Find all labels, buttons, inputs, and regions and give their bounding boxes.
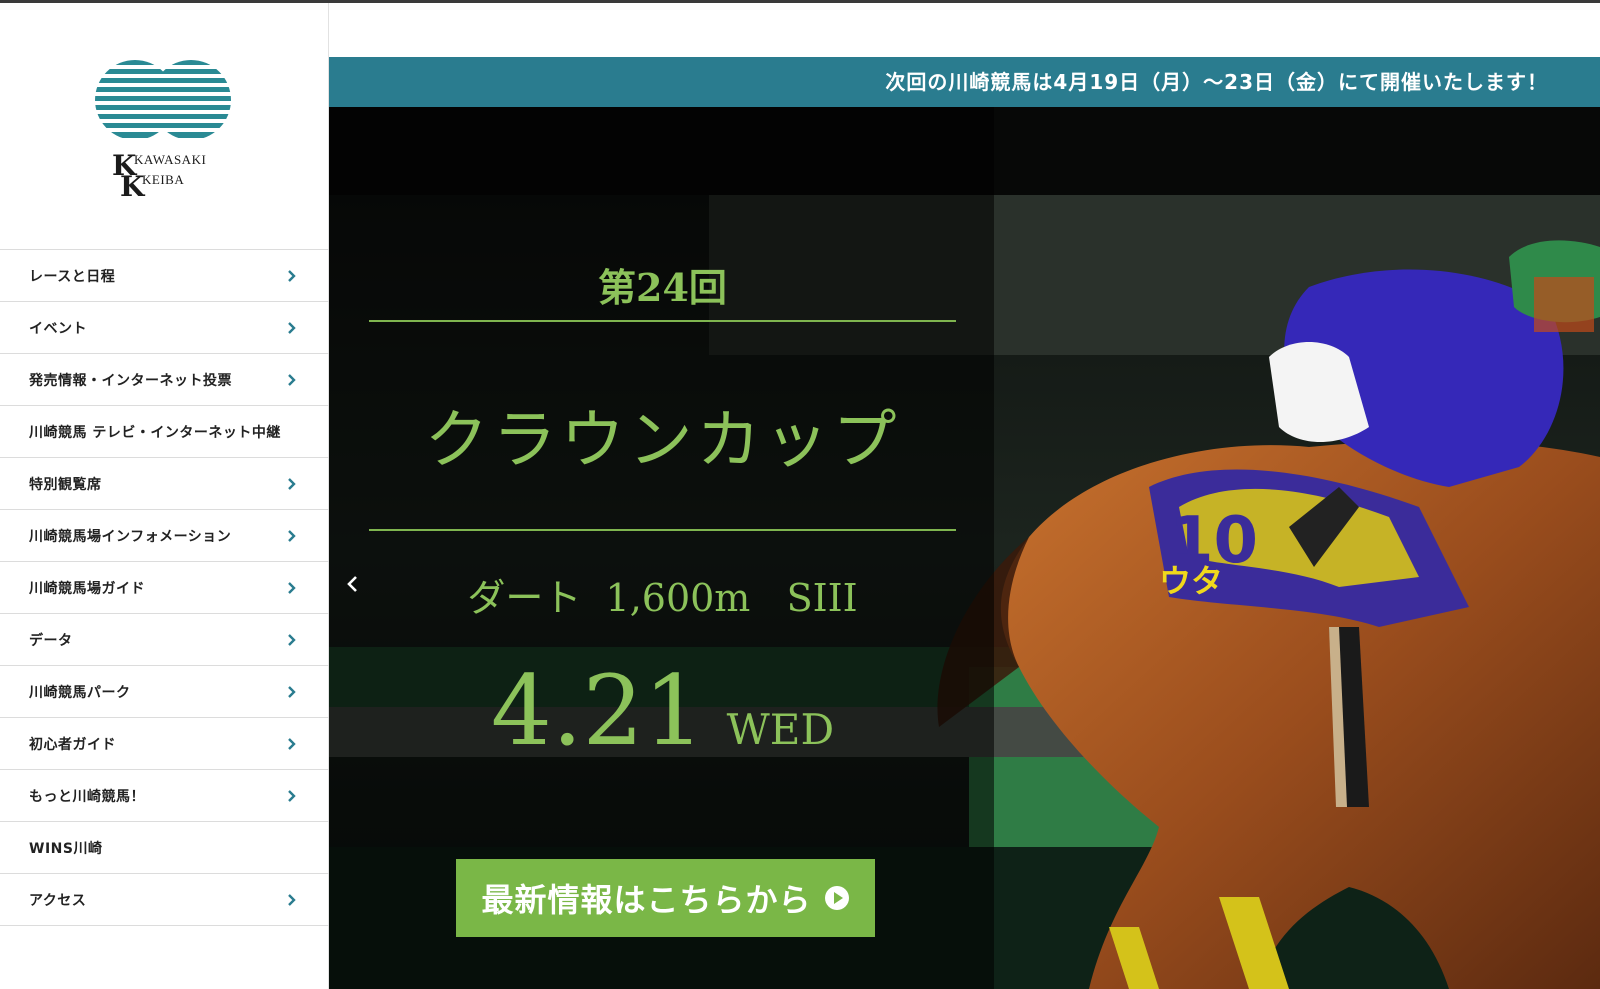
announcement-text: 次回の川崎競馬は4月19日（月）〜23日（金）にて開催いたします！	[885, 70, 1548, 94]
nav-item-betting-info[interactable]: 発売情報・インターネット投票	[0, 354, 329, 406]
logo-text-line2: KEIBA	[142, 172, 185, 187]
race-date-number: 4.21	[490, 655, 705, 767]
nav-item-label: 川崎競馬場ガイド	[29, 580, 145, 597]
slider-prev-arrow-icon[interactable]	[341, 572, 365, 596]
nav-item-access[interactable]: アクセス	[0, 874, 329, 926]
announcement-bar[interactable]: 次回の川崎競馬は4月19日（月）〜23日（金）にて開催いたします！	[329, 57, 1600, 107]
saddle-name: ウタ	[1159, 562, 1223, 600]
race-name: クラウンカップ	[424, 404, 901, 478]
nav-item-wins[interactable]: WINS川崎	[0, 822, 329, 874]
hero-slider: 10 ウタ 第24回 クラウンカップ ダート 1,600m SIII 4.21 W…	[329, 107, 1600, 989]
kawasaki-keiba-logo[interactable]: K K KAWASAKI KEIBA	[92, 58, 234, 203]
divider	[369, 320, 956, 322]
chevron-right-icon	[288, 737, 296, 750]
nav-item-label: レースと日程	[29, 268, 116, 285]
chevron-right-icon	[288, 373, 296, 386]
nav-item-label: 川崎競馬場インフォメーション	[29, 528, 232, 545]
chevron-right-icon	[288, 581, 296, 594]
nav-item-more-kawasaki[interactable]: もっと川崎競馬！	[0, 770, 329, 822]
latest-info-button[interactable]: 最新情報はこちらから	[456, 859, 875, 937]
nav-item-label: データ	[29, 632, 73, 649]
nav-item-events[interactable]: イベント	[0, 302, 329, 354]
nav-item-label: イベント	[29, 320, 87, 337]
latest-info-button-label: 最新情報はこちらから	[481, 881, 812, 919]
chevron-right-icon	[288, 477, 296, 490]
nav-item-races-schedule[interactable]: レースと日程	[0, 250, 329, 302]
race-weekday: WED	[726, 705, 835, 754]
nav-item-label: 川崎競馬パーク	[29, 684, 131, 701]
nav-item-label: アクセス	[29, 892, 87, 909]
nav-item-special-seats[interactable]: 特別観覧席	[0, 458, 329, 510]
race-info: ダート 1,600m SIII	[467, 576, 858, 620]
hero-text-panel	[329, 107, 994, 989]
logo-text-line1: KAWASAKI	[134, 152, 207, 167]
chevron-right-icon	[288, 529, 296, 542]
nav-item-data[interactable]: データ	[0, 614, 329, 666]
nav-item-broadcast[interactable]: 川崎競馬 テレビ・インターネット中継	[0, 406, 329, 458]
chevron-right-icon	[288, 685, 296, 698]
race-date: 4.21 WED	[369, 655, 956, 767]
nav-item-label: 川崎競馬 テレビ・インターネット中継	[29, 424, 281, 441]
divider	[369, 529, 956, 531]
nav-item-label: 発売情報・インターネット投票	[29, 372, 232, 389]
nav-item-racecourse-guide[interactable]: 川崎競馬場ガイド	[0, 562, 329, 614]
sidebar: K K KAWASAKI KEIBA レースと日程 イベント 発売情報・インター…	[0, 3, 329, 989]
event-number: 第24回	[598, 265, 727, 310]
main-nav: レースと日程 イベント 発売情報・インターネット投票 川崎競馬 テレビ・インター…	[0, 249, 329, 926]
nav-item-beginners-guide[interactable]: 初心者ガイド	[0, 718, 329, 770]
nav-item-label: 初心者ガイド	[29, 736, 116, 753]
nav-item-label: 特別観覧席	[29, 476, 102, 493]
play-circle-icon	[824, 886, 849, 910]
chevron-right-icon	[288, 269, 296, 282]
nav-item-racecourse-information[interactable]: 川崎競馬場インフォメーション	[0, 510, 329, 562]
nav-item-label: もっと川崎競馬！	[29, 788, 145, 805]
nav-item-label: WINS川崎	[29, 840, 103, 857]
chevron-right-icon	[288, 789, 296, 802]
chevron-right-icon	[288, 321, 296, 334]
chevron-right-icon	[288, 893, 296, 906]
chevron-right-icon	[288, 633, 296, 646]
nav-item-park[interactable]: 川崎競馬パーク	[0, 666, 329, 718]
